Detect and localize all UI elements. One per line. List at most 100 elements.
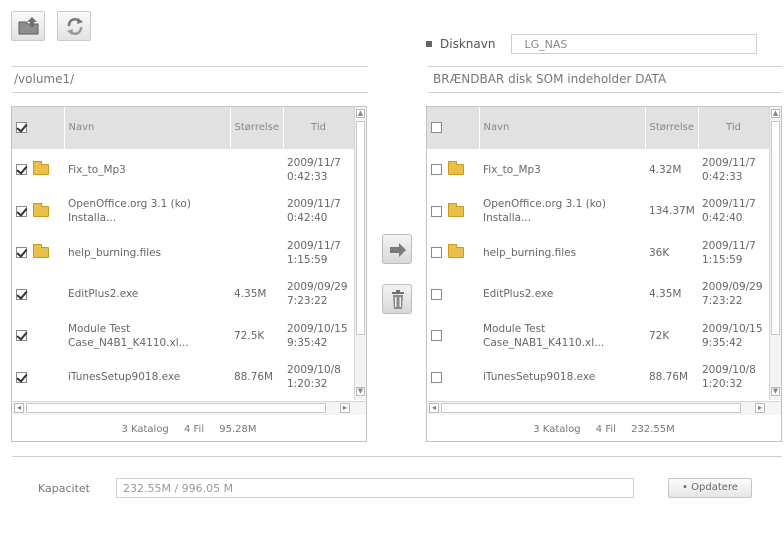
row-checkbox-cell[interactable] bbox=[427, 357, 479, 399]
table-row[interactable]: iTunesSetup9018.exe 88.76M 2009/10/8 1:20:… bbox=[427, 357, 769, 399]
table-row[interactable]: Module Test Case_NAB1_K4110.xl... 72K 2009… bbox=[427, 315, 769, 357]
table-row[interactable]: help_burning.files 36K 2009/11/7 1:15:59 bbox=[427, 232, 769, 274]
file-name[interactable]: iTunesSetup9018.exe bbox=[64, 357, 230, 399]
capacity-label: Kapacitet bbox=[38, 482, 90, 495]
folder-icon bbox=[448, 244, 464, 259]
row-checkbox[interactable] bbox=[431, 247, 442, 259]
file-name[interactable]: Module Test Case_NAB1_K4110.xl... bbox=[479, 315, 645, 357]
row-checkbox-cell[interactable] bbox=[12, 274, 64, 316]
table-row[interactable]: OpenOffice.org 3.1 (ko) Installa... 2009/… bbox=[12, 191, 354, 233]
disk-name-input[interactable] bbox=[511, 34, 758, 54]
row-checkbox-cell[interactable] bbox=[427, 274, 479, 316]
right-vscroll-thumb[interactable] bbox=[771, 121, 780, 335]
file-time: 2009/10/8 1:20:32 bbox=[287, 364, 341, 391]
right-horizontal-scrollbar[interactable]: ◂ ▸ bbox=[427, 401, 781, 415]
file-name[interactable]: Module Test Case_N4B1_K4110.xl... bbox=[64, 315, 230, 357]
file-name[interactable]: EditPlus2.exe bbox=[64, 274, 230, 316]
table-row[interactable]: help_burning.files 2009/11/7 1:15:59 bbox=[12, 232, 354, 274]
file-size: 36K bbox=[649, 246, 670, 259]
file-name[interactable]: help_burning.files bbox=[479, 232, 645, 274]
left-hscroll-thumb[interactable] bbox=[26, 403, 326, 413]
upload-button[interactable] bbox=[11, 11, 45, 41]
row-checkbox[interactable] bbox=[16, 371, 27, 383]
left-header-row: Navn Størrelse Tid bbox=[12, 107, 354, 149]
right-total-size: 232.55M bbox=[631, 424, 675, 435]
row-checkbox-cell[interactable] bbox=[12, 357, 64, 399]
row-checkbox-cell[interactable] bbox=[427, 191, 479, 233]
left-vertical-scrollbar[interactable]: ▲ ▼ bbox=[354, 107, 366, 400]
row-checkbox-cell[interactable] bbox=[12, 149, 64, 191]
file-name[interactable]: Fix_to_Mp3 bbox=[479, 149, 645, 191]
file-name[interactable]: Fix_to_Mp3 bbox=[64, 149, 230, 191]
file-time: 2009/09/29 7:23:22 bbox=[287, 281, 348, 308]
transfer-button[interactable] bbox=[382, 234, 412, 264]
left-file-panel: Navn Størrelse Tid Fix_to_Mp3 2009/11/7 0… bbox=[11, 106, 367, 442]
file-size: 88.76M bbox=[649, 371, 689, 384]
row-checkbox-cell[interactable] bbox=[427, 232, 479, 274]
row-checkbox[interactable] bbox=[16, 247, 27, 259]
scroll-up-icon[interactable]: ▲ bbox=[356, 109, 365, 118]
file-size: 4.35M bbox=[234, 288, 267, 301]
row-checkbox[interactable] bbox=[431, 330, 442, 342]
file-name[interactable]: iTunesSetup9018.exe bbox=[479, 357, 645, 399]
left-col-size[interactable]: Størrelse bbox=[230, 107, 284, 149]
left-col-time[interactable]: Tid bbox=[283, 107, 354, 149]
right-col-name[interactable]: Navn bbox=[479, 107, 646, 149]
table-row[interactable]: OpenOffice.org 3.1 (ko) Installa... 134.3… bbox=[427, 191, 769, 233]
left-select-all[interactable] bbox=[12, 107, 65, 149]
table-row[interactable]: EditPlus2.exe 4.35M 2009/09/29 7:23:22 bbox=[12, 274, 354, 316]
left-file-table: Navn Størrelse Tid Fix_to_Mp3 2009/11/7 0… bbox=[12, 107, 354, 398]
scroll-left-icon[interactable]: ◂ bbox=[14, 403, 24, 413]
scroll-left-icon[interactable]: ◂ bbox=[429, 403, 439, 413]
row-checkbox-cell[interactable] bbox=[12, 191, 64, 233]
row-checkbox[interactable] bbox=[16, 164, 27, 176]
right-file-count: 4 Fil bbox=[595, 424, 616, 435]
row-checkbox[interactable] bbox=[16, 205, 27, 217]
file-time: 2009/10/15 9:35:42 bbox=[287, 322, 348, 349]
refresh-button[interactable] bbox=[57, 11, 91, 41]
folder-icon bbox=[33, 202, 49, 217]
row-checkbox[interactable] bbox=[431, 371, 442, 383]
scroll-up-icon[interactable]: ▲ bbox=[771, 109, 780, 118]
right-col-size[interactable]: Størrelse bbox=[645, 107, 699, 149]
scroll-down-icon[interactable]: ▼ bbox=[771, 387, 780, 396]
right-hscroll-thumb[interactable] bbox=[441, 403, 741, 413]
row-checkbox-cell[interactable] bbox=[427, 149, 479, 191]
select-all-checkbox[interactable] bbox=[431, 121, 442, 133]
row-checkbox[interactable] bbox=[431, 205, 442, 217]
table-row[interactable]: Module Test Case_N4B1_K4110.xl... 72.5K 20… bbox=[12, 315, 354, 357]
table-row[interactable]: iTunesSetup9018.exe 88.76M 2009/10/8 1:20:… bbox=[12, 357, 354, 399]
right-vertical-scrollbar[interactable]: ▲ ▼ bbox=[769, 107, 781, 400]
left-vscroll-thumb[interactable] bbox=[356, 121, 365, 335]
left-horizontal-scrollbar[interactable]: ◂ ▸ bbox=[12, 401, 366, 415]
right-select-all[interactable] bbox=[427, 107, 480, 149]
refresh-icon bbox=[67, 18, 83, 35]
right-catalog-count: 3 Katalog bbox=[533, 424, 581, 435]
left-file-list: Navn Størrelse Tid Fix_to_Mp3 2009/11/7 0… bbox=[12, 107, 354, 400]
file-name[interactable]: OpenOffice.org 3.1 (ko) Installa... bbox=[479, 191, 645, 233]
select-all-checkbox[interactable] bbox=[16, 121, 27, 133]
row-checkbox-cell[interactable] bbox=[12, 315, 64, 357]
row-checkbox[interactable] bbox=[431, 164, 442, 176]
left-col-name[interactable]: Navn bbox=[64, 107, 231, 149]
row-checkbox[interactable] bbox=[16, 330, 27, 342]
scroll-right-icon[interactable]: ▸ bbox=[755, 403, 765, 413]
file-name[interactable]: help_burning.files bbox=[64, 232, 230, 274]
row-checkbox-cell[interactable] bbox=[427, 315, 479, 357]
file-name[interactable]: EditPlus2.exe bbox=[479, 274, 645, 316]
scroll-right-icon[interactable]: ▸ bbox=[340, 403, 350, 413]
right-col-time[interactable]: Tid bbox=[698, 107, 769, 149]
file-name[interactable]: OpenOffice.org 3.1 (ko) Installa... bbox=[64, 191, 230, 233]
file-time: 2009/11/7 1:15:59 bbox=[702, 239, 756, 266]
table-row[interactable]: Fix_to_Mp3 4.32M 2009/11/7 0:42:33 bbox=[427, 149, 769, 191]
scroll-down-icon[interactable]: ▼ bbox=[356, 387, 365, 396]
table-row[interactable]: EditPlus2.exe 4.35M 2009/09/29 7:23:22 bbox=[427, 274, 769, 316]
update-button[interactable]: • Opdatere bbox=[668, 478, 752, 498]
table-row[interactable]: Fix_to_Mp3 2009/11/7 0:42:33 bbox=[12, 149, 354, 191]
file-time: 2009/11/7 0:42:33 bbox=[287, 156, 341, 183]
row-checkbox[interactable] bbox=[431, 288, 442, 300]
file-size: 88.76M bbox=[234, 371, 274, 384]
row-checkbox-cell[interactable] bbox=[12, 232, 64, 274]
row-checkbox[interactable] bbox=[16, 288, 27, 300]
delete-button[interactable] bbox=[382, 284, 412, 314]
